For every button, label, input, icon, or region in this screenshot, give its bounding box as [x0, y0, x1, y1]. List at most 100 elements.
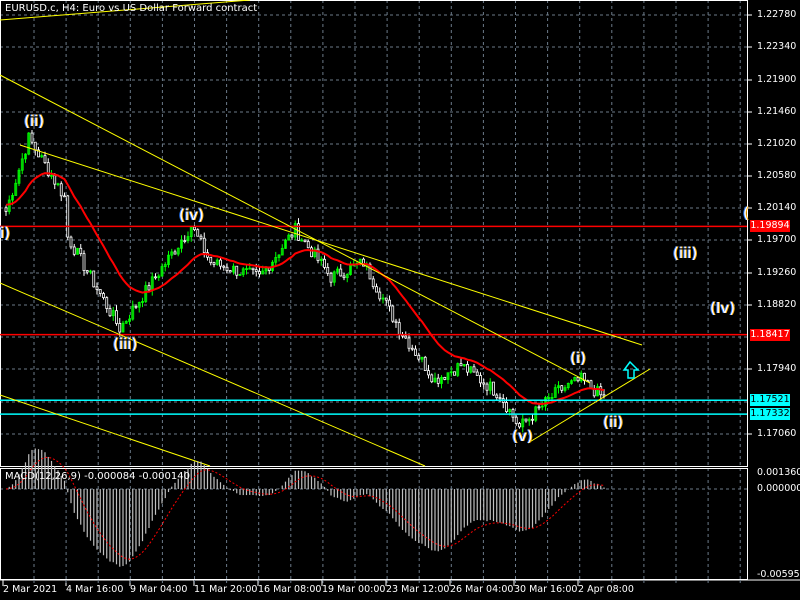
- candle-body: [453, 371, 456, 376]
- candle-body: [30, 132, 34, 143]
- macd-axis-label: 0.001360: [757, 467, 800, 478]
- candle-body: [329, 272, 333, 283]
- candle-body: [212, 262, 216, 265]
- candle-body: [443, 376, 447, 380]
- macd-label: MACD(12,26,9) -0.000084 -0.000140: [5, 471, 190, 482]
- wave-label: (Iv): [710, 299, 736, 317]
- candle-body: [95, 286, 99, 290]
- candle-body: [43, 155, 47, 164]
- candle-body: [222, 265, 226, 268]
- time-axis-label: 9 Mar 04:00: [130, 584, 188, 595]
- time-axis-label: 2 Mar 2021: [3, 584, 58, 595]
- candle-body: [388, 299, 391, 307]
- candle-body: [323, 258, 326, 268]
- price-axis-label: 1.20580: [757, 170, 797, 181]
- chart-canvas[interactable]: [0, 0, 800, 600]
- trend-line: [0, 282, 426, 467]
- candle-body: [414, 348, 417, 356]
- candle-body: [254, 269, 258, 272]
- time-axis-label: 2 Apr 08:00: [578, 584, 634, 595]
- chart-title: EURUSD.c, H4: Euro vs US Dollar Forward …: [5, 3, 258, 14]
- candle-body: [339, 268, 343, 277]
- candle-body: [134, 305, 138, 308]
- candle-body: [505, 402, 508, 413]
- candle-body: [407, 337, 411, 349]
- candle-body: [375, 286, 378, 293]
- time-axis-label: 4 Mar 16:00: [66, 584, 124, 595]
- price-axis-label: 1.19260: [757, 267, 797, 278]
- price-level-tag: 1.18417: [750, 328, 790, 341]
- candle-body: [524, 418, 528, 422]
- macd-axis-label: -0.005950: [757, 569, 800, 580]
- price-axis-label: 1.19700: [757, 234, 797, 245]
- time-axis-label: 11 Mar 20:00: [194, 584, 258, 595]
- candle-body: [193, 226, 196, 231]
- candle-body: [33, 141, 37, 151]
- time-axis-label: 26 Mar 04:00: [450, 584, 514, 595]
- main-panel-border: [0, 0, 748, 467]
- candle-body: [72, 246, 76, 255]
- time-axis-label: 16 Mar 08:00: [258, 584, 322, 595]
- price-level-tag: 1.17521: [750, 394, 790, 407]
- candle-body: [4, 207, 8, 212]
- price-axis-label: 1.17940: [757, 363, 797, 374]
- candle-body: [410, 347, 414, 350]
- candle-body: [391, 305, 395, 322]
- wave-label: (iii): [113, 335, 138, 353]
- wave-label: (v): [512, 427, 533, 445]
- wave-label: (iii): [673, 244, 698, 262]
- candle-body: [599, 386, 603, 396]
- candle-body: [576, 377, 580, 382]
- price-axis-label: 1.22780: [757, 9, 797, 20]
- candle-body: [199, 235, 203, 239]
- time-axis-label: 23 Mar 12:00: [386, 584, 450, 595]
- candle-body: [69, 236, 73, 248]
- candle-body: [235, 265, 239, 276]
- candle-body: [394, 320, 398, 323]
- candle-body: [92, 270, 96, 288]
- chart-window[interactable]: EURUSD.c, H4: Euro vs US Dollar Forward …: [0, 0, 800, 600]
- candle-body: [108, 308, 112, 317]
- candle-body: [378, 291, 382, 300]
- up-arrow-icon: [622, 360, 640, 379]
- price-level-tag: 1.17332: [750, 408, 790, 421]
- candle-body: [303, 239, 307, 242]
- candle-body: [495, 394, 499, 399]
- price-axis-label: 1.21020: [757, 138, 797, 149]
- candle-body: [485, 383, 489, 391]
- wave-label: (ii): [24, 112, 45, 130]
- candle-body: [560, 385, 564, 391]
- candle-body: [53, 174, 57, 185]
- time-axis-label: 30 Mar 16:00: [514, 584, 578, 595]
- candle-body: [417, 354, 421, 360]
- candle-body: [66, 195, 70, 238]
- candle-body: [430, 374, 434, 383]
- candle-body: [225, 266, 229, 271]
- candle-body: [115, 310, 118, 324]
- candle-body: [436, 377, 440, 384]
- candle-body: [102, 293, 105, 299]
- wave-label: (i): [570, 349, 586, 367]
- candle-body: [154, 276, 157, 279]
- candle-body: [531, 418, 534, 421]
- price-axis-label: 1.21460: [757, 106, 797, 117]
- candle-body: [423, 356, 427, 371]
- candle-body: [306, 241, 310, 249]
- candle-body: [384, 297, 388, 301]
- candle-body: [290, 234, 294, 238]
- candle-body: [459, 363, 463, 367]
- candle-body: [82, 253, 86, 271]
- candle-body: [258, 271, 261, 275]
- candle-body: [466, 364, 469, 373]
- candle-body: [173, 251, 177, 255]
- candle-body: [118, 323, 122, 333]
- candle-body: [397, 322, 401, 335]
- candle-body: [602, 394, 606, 397]
- candle-body: [196, 229, 200, 237]
- candle-body: [228, 270, 232, 273]
- candle-body: [479, 375, 482, 384]
- candle-body: [492, 381, 495, 396]
- candle-body: [589, 380, 593, 389]
- candle-body: [310, 247, 313, 258]
- macd-axis-label: 0.000000: [757, 483, 800, 494]
